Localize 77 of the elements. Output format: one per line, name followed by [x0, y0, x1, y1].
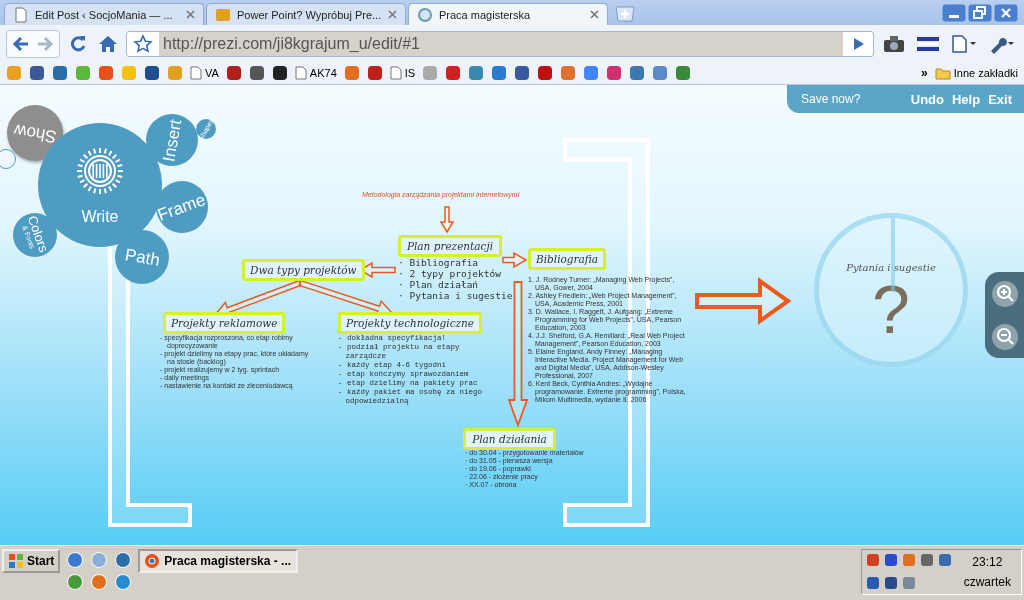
browser-tab[interactable]: Power Point? Wypróbuj Pre... — [206, 3, 406, 25]
quick-launch-icon[interactable] — [90, 551, 109, 569]
frame-title: Plan działania — [463, 428, 556, 450]
zoom-out-icon[interactable] — [990, 322, 1019, 351]
prezi-logo-icon — [76, 147, 124, 195]
clock-time[interactable]: 23:12 — [972, 555, 1003, 569]
quick-launch-icon[interactable] — [66, 551, 85, 569]
favicon-icon — [13, 6, 29, 23]
bookmark-icon[interactable] — [144, 65, 160, 81]
quick-launch-icon[interactable] — [90, 573, 109, 591]
question-mark: ? — [872, 274, 910, 344]
new-tab-icon[interactable] — [614, 6, 636, 22]
list-item: · Plan działań — [398, 279, 479, 290]
circle-title: Pytania i sugestie — [846, 262, 936, 274]
quick-launch-icon[interactable] — [114, 573, 133, 591]
browser-tab[interactable]: Edit Post ‹ SocjoMania — ... — [4, 3, 204, 25]
page-menu-icon[interactable] — [950, 33, 978, 54]
toolbar-link[interactable]: Undo — [910, 91, 944, 107]
favicon-icon — [215, 6, 231, 23]
page-icon — [190, 66, 202, 80]
home-icon[interactable] — [98, 33, 118, 54]
bookmark[interactable]: IS — [389, 66, 416, 80]
bookmark-icon[interactable] — [271, 65, 288, 81]
frame-title: Projekty reklamowe — [163, 312, 286, 334]
close-icon[interactable] — [590, 10, 599, 19]
more-bookmarks[interactable]: » — [921, 66, 928, 80]
bookmark-icon[interactable] — [29, 65, 45, 81]
list-item: · Pytania i sugestie — [398, 290, 513, 301]
zoom-in-icon[interactable] — [990, 279, 1019, 308]
bookmark[interactable]: AK74 — [294, 66, 337, 80]
bookmark-icon[interactable] — [514, 65, 531, 81]
frame-title: Plan prezentacji — [398, 235, 502, 257]
page-icon — [294, 66, 307, 80]
list-item: · Bibliografia — [398, 257, 479, 268]
page-icon — [389, 66, 402, 80]
reload-icon[interactable] — [68, 33, 88, 54]
insert-button[interactable]: Insert — [146, 114, 198, 166]
toolbar-link[interactable]: Help — [952, 91, 981, 107]
tray-icon[interactable] — [865, 553, 880, 567]
tray-icon[interactable] — [883, 553, 898, 567]
frame-title: Projekty technologiczne — [338, 312, 483, 334]
frame-title: Dwa typy projektów — [242, 259, 365, 281]
tray-icon[interactable] — [937, 553, 952, 567]
path-button[interactable]: Path — [115, 230, 169, 284]
quick-launch-icon[interactable] — [114, 551, 133, 569]
save-prompt[interactable]: Save now? — [801, 92, 861, 106]
tray-icon[interactable] — [865, 575, 880, 590]
folder-icon — [934, 66, 951, 80]
frame-button[interactable]: Frame — [156, 181, 208, 233]
address-bar[interactable]: http://prezi.com/ji8kgrajum_u/edit/#1 — [126, 30, 874, 57]
quick-launch-icon[interactable] — [66, 573, 85, 591]
favicon-icon — [417, 6, 433, 23]
small-circle-button[interactable] — [0, 149, 16, 169]
start-button[interactable]: Start — [2, 549, 61, 573]
close-icon[interactable] — [186, 10, 195, 19]
close-icon[interactable] — [994, 3, 1018, 22]
browser-tab[interactable]: Praca magisterska — [408, 3, 608, 25]
minimize-icon[interactable] — [942, 3, 966, 22]
clock-day: czwartek — [963, 575, 1011, 589]
restore-icon[interactable] — [968, 3, 992, 22]
close-icon[interactable] — [388, 10, 397, 19]
bookmark-icon[interactable] — [225, 65, 242, 81]
taskbar-button[interactable]: Praca magisterska - ... — [138, 549, 299, 573]
list-item: · 2 typy projektów — [398, 268, 501, 279]
camera-icon[interactable] — [882, 33, 906, 54]
tray-icon[interactable] — [901, 575, 916, 590]
tray-icon[interactable] — [919, 553, 934, 567]
windows-logo-icon — [8, 553, 24, 569]
bookmark[interactable]: VA — [190, 66, 219, 80]
arrow — [502, 251, 528, 269]
bookmark-icon[interactable] — [248, 65, 265, 81]
frame-title: Bibliografia — [528, 248, 607, 270]
toolbar-link[interactable]: Exit — [988, 91, 1012, 107]
arrow — [439, 206, 455, 234]
browser-icon — [144, 553, 161, 569]
bookmark-folder[interactable]: Inne zakładki — [934, 66, 1018, 80]
tray-icon[interactable] — [883, 575, 898, 590]
